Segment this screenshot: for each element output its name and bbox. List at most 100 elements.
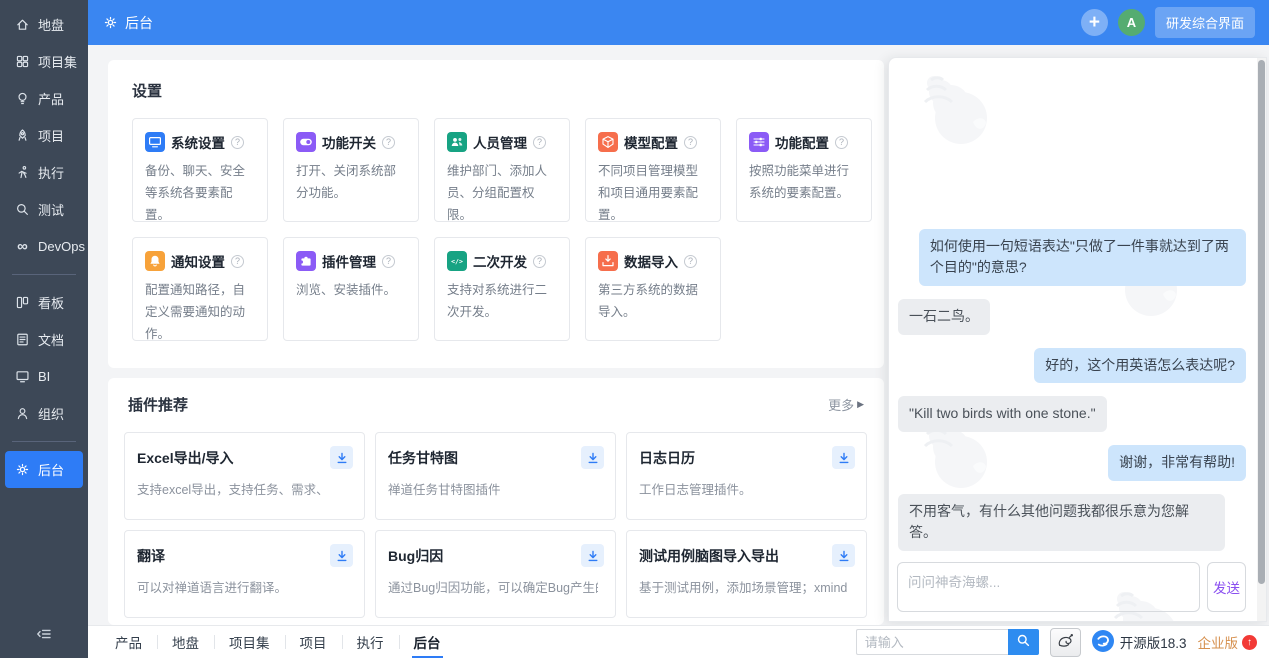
help-icon[interactable]: ? [231,135,244,149]
download-icon [839,550,848,561]
plugin-card-desc: 可以对禅道语言进行翻译。 [137,581,288,595]
settings-card[interactable]: 模型配置? 不同项目管理模型和项目通用要素配置。 [585,118,721,222]
conch-assistant-button[interactable] [1049,627,1081,657]
plugin-card[interactable]: 日志日历 工作日志管理插件。 [626,432,867,520]
plugin-card-desc: 支持excel导出，支持任务、需求、 [137,483,329,497]
plugin-card[interactable]: 翻译 可以对禅道语言进行翻译。 [124,530,365,618]
collapse-sidebar-button[interactable] [30,622,58,646]
chat-bubble-bot: 不用客气，有什么其他问题我都很乐意为您解答。 [898,493,1226,551]
download-button[interactable] [832,446,855,469]
sidebar-item-label: 组织 [38,407,65,422]
more-link[interactable]: 更多 ▶ [828,395,864,414]
page-title: 后台 [125,14,153,31]
people-icon [447,132,467,152]
settings-cards: 系统设置? 备份、聊天、安全等系统各要素配置。 功能开关? 打开、关闭系统部分功能。 人… [132,118,874,341]
bottom-tab-项目[interactable]: 项目 [284,626,342,658]
upgrade-link[interactable]: 企业版 ↑ [1197,632,1257,652]
download-button[interactable] [581,544,604,567]
settings-card[interactable]: 功能配置? 按照功能菜单进行系统的要素配置。 [736,118,872,222]
settings-card-desc: 维护部门、添加人员、分组配置权限。 [447,164,548,222]
settings-card-header: 通知设置? [145,251,257,271]
plugin-card-desc: 禅道任务甘特图插件 [388,483,501,497]
sidebar-item-label: 地盘 [38,18,65,33]
product-icon [14,90,31,107]
sidebar-item-项目[interactable]: 项目 [5,117,83,154]
send-button[interactable]: 发送 [1207,562,1246,612]
plugin-card[interactable]: 测试用例脑图导入导出 基于测试用例，添加场景管理；xmind 导 [626,530,867,618]
sidebar-item-后台[interactable]: 后台 [5,451,83,488]
avatar[interactable]: A [1117,9,1145,36]
help-icon[interactable]: ? [533,254,546,268]
settings-card-desc: 配置通知路径，自定义需要通知的动作。 [145,283,246,341]
help-icon[interactable]: ? [835,135,848,149]
sidebar-item-产品[interactable]: 产品 [5,80,83,117]
sidebar-item-地盘[interactable]: 地盘 [5,6,83,43]
plugin-card[interactable]: Bug归因 通过Bug归因功能，可以确定Bug产生的 [375,530,616,618]
bottom-tab-项目集[interactable]: 项目集 [214,626,285,658]
plugin-card-title: 测试用例脑图导入导出 [639,548,779,564]
download-button[interactable] [832,544,855,567]
settings-card-desc: 第三方系统的数据导入。 [598,283,699,319]
settings-card[interactable]: 通知设置? 配置通知路径，自定义需要通知的动作。 [132,237,268,341]
sidebar-item-看板[interactable]: 看板 [5,284,83,321]
bottom-tab-地盘[interactable]: 地盘 [157,626,214,658]
bell-icon [145,251,165,271]
chat-scrollbar-thumb[interactable] [1258,60,1265,584]
settings-card-desc: 打开、关闭系统部分功能。 [296,164,397,200]
add-button[interactable]: + [1080,9,1108,36]
version-info[interactable]: 开源版18.3 [1091,629,1187,655]
upgrade-label: 企业版 [1197,636,1239,651]
bottom-tab-后台[interactable]: 后台 [398,626,456,658]
help-icon[interactable]: ? [382,135,395,149]
settings-card[interactable]: 人员管理? 维护部门、添加人员、分组配置权限。 [434,118,570,222]
settings-card-title: 模型配置 [624,136,678,151]
sidebar-item-项目集[interactable]: 项目集 [5,43,83,80]
sidebar-divider [12,441,76,442]
settings-card-desc: 按照功能菜单进行系统的要素配置。 [749,164,850,200]
chat-scrollbar[interactable] [1257,58,1266,621]
doc-icon [14,331,31,348]
sidebar-divider [12,274,76,275]
sidebar-item-文档[interactable]: 文档 [5,321,83,358]
bottom-tab-执行[interactable]: 执行 [341,626,399,658]
sidebar: 地盘项目集 产品 项目 执行 测试 ∞ DevOps 看板 文档 BI 组织后台 [0,0,88,658]
search-input[interactable] [855,629,1008,655]
download-icon [839,452,848,463]
help-icon[interactable]: ? [684,135,697,149]
plugin-card[interactable]: 任务甘特图 禅道任务甘特图插件 [375,432,616,520]
upgrade-arrow-icon: ↑ [1242,634,1257,650]
workspace-switch-button[interactable]: 研发综合界面 [1154,7,1255,38]
app-window: 地盘 项目集 产品 项目 执行 测试 ∞ DevOps 看板 文档 BI 组织 后台 后台 + A 研发… [0,0,1269,658]
bi-icon [14,368,31,385]
help-icon[interactable]: ? [533,135,546,149]
download-button[interactable] [330,544,353,567]
arrow-right-icon: ▶ [857,399,864,409]
sidebar-item-组织[interactable]: 组织 [5,395,83,432]
settings-card[interactable]: 功能开关? 打开、关闭系统部分功能。 [283,118,419,222]
sidebar-item-bi[interactable]: BI [5,358,83,395]
sidebar-item-测试[interactable]: 测试 [5,191,83,228]
help-icon[interactable]: ? [684,254,697,268]
grid-icon [14,53,31,70]
settings-card[interactable]: 数据导入? 第三方系统的数据导入。 [585,237,721,341]
settings-card-header: 系统设置? [145,132,257,152]
help-icon[interactable]: ? [382,254,395,268]
plugin-card[interactable]: Excel导出/导入 支持excel导出，支持任务、需求、 [124,432,365,520]
chat-bubble-user: 如何使用一句短语表达"只做了一件事就达到了两个目的"的意思? [918,228,1246,286]
sidebar-item-devops[interactable]: ∞ DevOps [5,228,85,265]
plugins-panel: 插件推荐 更多 ▶ Excel导出/导入 支持excel导出，支持任务、需求、 任务… [108,378,884,625]
download-icon [588,452,597,463]
settings-card[interactable]: 系统设置? 备份、聊天、安全等系统各要素配置。 [132,118,268,222]
help-icon[interactable]: ? [231,254,244,268]
settings-title: 设置 [132,83,163,100]
download-button[interactable] [330,446,353,469]
settings-card[interactable]: 插件管理? 浏览、安装插件。 [283,237,419,341]
download-button[interactable] [581,446,604,469]
settings-card[interactable]: </> 二次开发? 支持对系统进行二次开发。 [434,237,570,341]
chat-input[interactable] [897,562,1200,612]
bottom-tab-产品[interactable]: 产品 [100,626,157,658]
settings-card-title: 通知设置 [171,255,225,270]
search-button[interactable] [1007,629,1039,655]
settings-card-title: 二次开发 [473,255,527,270]
sidebar-item-执行[interactable]: 执行 [5,154,83,191]
